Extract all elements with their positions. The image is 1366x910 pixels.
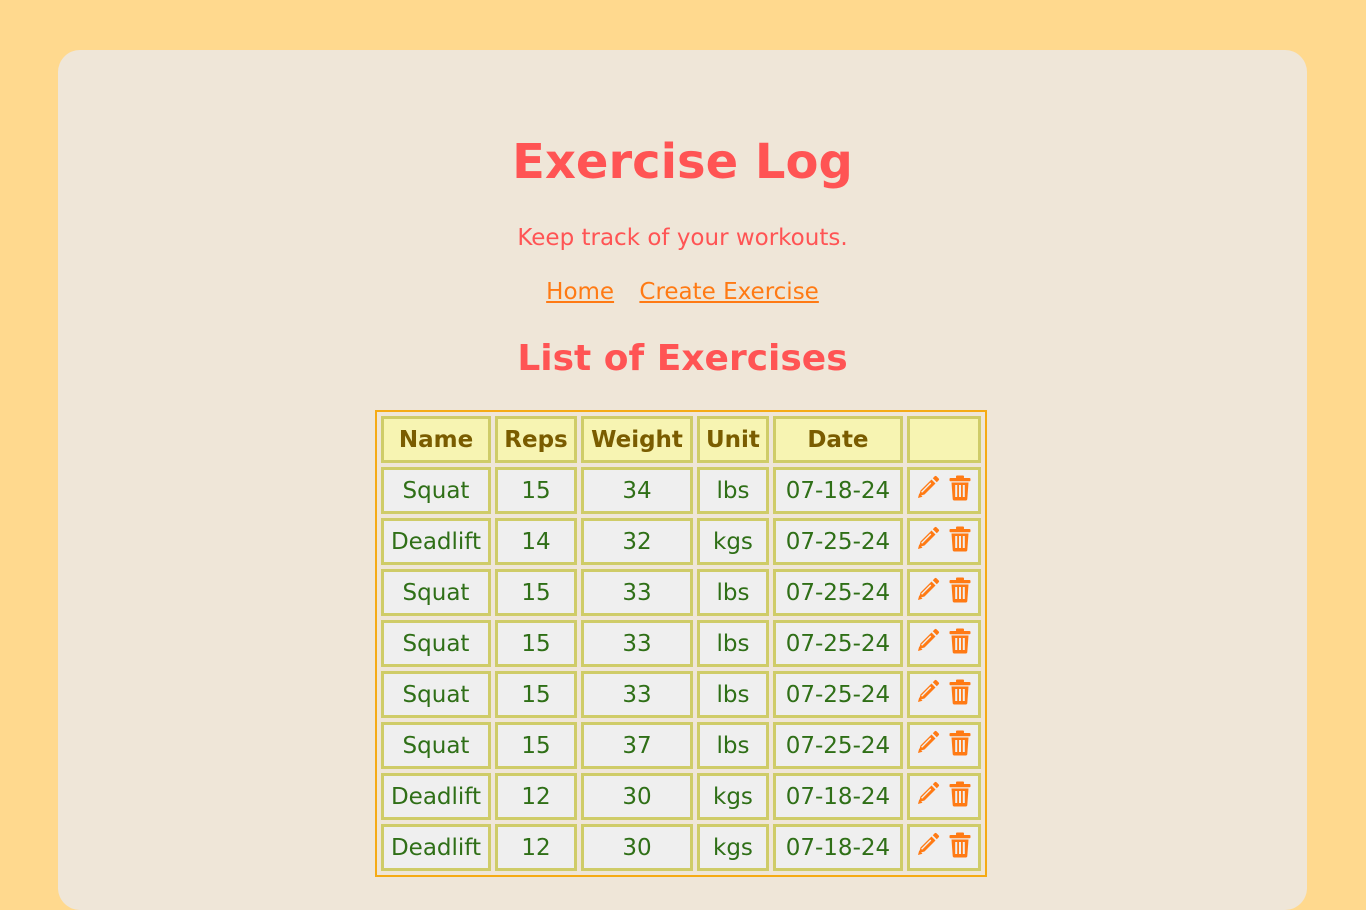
exercise-table: Name Reps Weight Unit Date Squat 15 34 l…	[375, 410, 987, 877]
cell-reps: 12	[495, 824, 577, 871]
trash-icon[interactable]	[948, 475, 972, 501]
content-card: Exercise Log Keep track of your workouts…	[58, 50, 1307, 910]
cell-name: Squat	[381, 620, 491, 667]
cell-reps: 15	[495, 671, 577, 718]
cell-weight: 33	[581, 569, 693, 616]
cell-reps: 15	[495, 620, 577, 667]
cell-unit: lbs	[697, 722, 769, 769]
cell-name: Squat	[381, 569, 491, 616]
cell-actions	[906, 569, 981, 616]
page-subtitle: Keep track of your workouts.	[517, 225, 848, 251]
trash-icon[interactable]	[948, 526, 972, 552]
cell-date: 07-25-24	[772, 518, 903, 565]
cell-unit: lbs	[697, 671, 769, 718]
section-title: List of Exercises	[517, 338, 848, 379]
cell-weight: 33	[581, 671, 693, 718]
column-header-reps: Reps	[495, 416, 577, 463]
cell-date: 07-25-24	[772, 722, 903, 769]
table-row: Deadlift 14 32 kgs 07-25-24	[381, 518, 981, 565]
cell-reps: 14	[495, 518, 577, 565]
cell-actions	[906, 671, 981, 718]
pencil-icon[interactable]	[916, 577, 940, 603]
cell-reps: 15	[495, 467, 577, 514]
cell-weight: 33	[581, 620, 693, 667]
cell-weight: 32	[581, 518, 693, 565]
cell-actions	[906, 620, 981, 667]
cell-actions	[906, 824, 981, 871]
column-header-weight: Weight	[581, 416, 693, 463]
cell-unit: lbs	[697, 467, 769, 514]
cell-actions	[906, 518, 981, 565]
nav-link-create-exercise[interactable]: Create Exercise	[639, 279, 818, 305]
trash-icon[interactable]	[948, 730, 972, 756]
cell-unit: kgs	[697, 518, 769, 565]
table-row: Squat 15 33 lbs 07-25-24	[381, 671, 981, 718]
table-row: Deadlift 12 30 kgs 07-18-24	[381, 773, 981, 820]
cell-date: 07-25-24	[772, 671, 903, 718]
pencil-icon[interactable]	[916, 730, 940, 756]
cell-weight: 34	[581, 467, 693, 514]
cell-actions	[906, 467, 981, 514]
cell-name: Deadlift	[381, 824, 491, 871]
cell-date: 07-18-24	[772, 467, 903, 514]
trash-icon[interactable]	[948, 628, 972, 654]
page-title: Exercise Log	[512, 134, 853, 190]
column-header-unit: Unit	[697, 416, 769, 463]
cell-unit: lbs	[697, 569, 769, 616]
pencil-icon[interactable]	[916, 781, 940, 807]
cell-weight: 30	[581, 824, 693, 871]
cell-unit: kgs	[697, 824, 769, 871]
trash-icon[interactable]	[948, 577, 972, 603]
trash-icon[interactable]	[948, 781, 972, 807]
pencil-icon[interactable]	[916, 475, 940, 501]
trash-icon[interactable]	[948, 679, 972, 705]
column-header-date: Date	[772, 416, 903, 463]
cell-name: Deadlift	[381, 518, 491, 565]
cell-date: 07-25-24	[772, 620, 903, 667]
cell-unit: lbs	[697, 620, 769, 667]
cell-reps: 15	[495, 569, 577, 616]
table-row: Deadlift 12 30 kgs 07-18-24	[381, 824, 981, 871]
cell-name: Deadlift	[381, 773, 491, 820]
cell-date: 07-18-24	[772, 773, 903, 820]
cell-date: 07-25-24	[772, 569, 903, 616]
column-header-name: Name	[381, 416, 491, 463]
cell-reps: 12	[495, 773, 577, 820]
table-row: Squat 15 37 lbs 07-25-24	[381, 722, 981, 769]
table-row: Squat 15 33 lbs 07-25-24	[381, 620, 981, 667]
column-header-actions	[906, 416, 981, 463]
cell-actions	[906, 722, 981, 769]
pencil-icon[interactable]	[916, 526, 940, 552]
cell-date: 07-18-24	[772, 824, 903, 871]
cell-unit: kgs	[697, 773, 769, 820]
table-header-row: Name Reps Weight Unit Date	[381, 416, 981, 463]
cell-name: Squat	[381, 722, 491, 769]
cell-name: Squat	[381, 671, 491, 718]
pencil-icon[interactable]	[916, 679, 940, 705]
table-row: Squat 15 34 lbs 07-18-24	[381, 467, 981, 514]
table-row: Squat 15 33 lbs 07-25-24	[381, 569, 981, 616]
cell-weight: 30	[581, 773, 693, 820]
cell-weight: 37	[581, 722, 693, 769]
cell-actions	[906, 773, 981, 820]
pencil-icon[interactable]	[916, 628, 940, 654]
cell-name: Squat	[381, 467, 491, 514]
cell-reps: 15	[495, 722, 577, 769]
nav-link-home[interactable]: Home	[546, 279, 614, 305]
main-nav: Home Create Exercise	[58, 278, 1307, 306]
